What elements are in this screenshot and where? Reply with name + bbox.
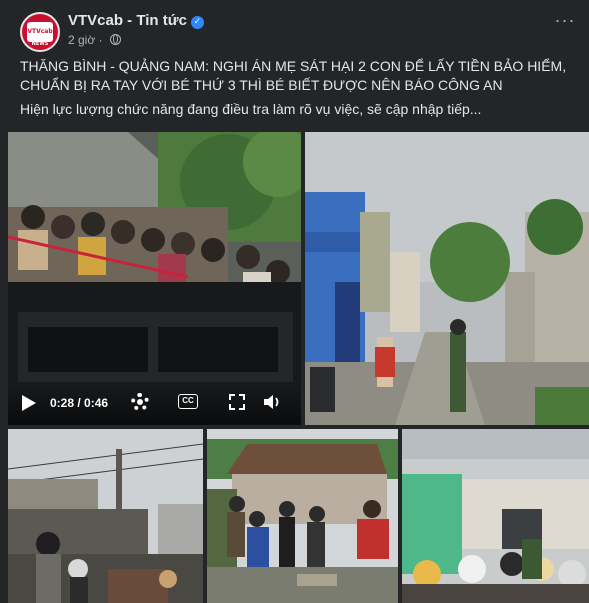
media-grid: 0:28 / 0:46 CC bbox=[8, 132, 589, 603]
photo-crowd-outside[interactable] bbox=[8, 429, 203, 603]
photo-crowd-yard[interactable] bbox=[402, 429, 589, 603]
time-separator: / bbox=[74, 396, 85, 410]
avatar-logo-sub: NEWS bbox=[31, 41, 49, 47]
post-subtitle-text: Hiện lực lượng chức năng đang điều tra l… bbox=[20, 101, 482, 117]
video-controls: 0:28 / 0:46 CC bbox=[8, 385, 301, 425]
post-meta: 2 giờ · bbox=[68, 33, 121, 47]
photo-street-scene[interactable] bbox=[305, 132, 589, 425]
gear-icon[interactable] bbox=[131, 393, 149, 411]
street-photo-image bbox=[305, 132, 589, 425]
duration: 0:46 bbox=[84, 396, 109, 410]
fullscreen-icon[interactable] bbox=[229, 394, 245, 410]
post-header: VTVcab NEWS VTVcab - Tin tức ✓ 2 giờ · ··… bbox=[20, 11, 577, 52]
current-time: 0:28 bbox=[50, 396, 75, 410]
avatar-logo-text: VTVcab bbox=[27, 22, 53, 42]
photo-crowd-house[interactable] bbox=[207, 429, 398, 603]
house-photo-image bbox=[207, 429, 398, 603]
post-timestamp[interactable]: 2 giờ bbox=[68, 33, 95, 47]
verified-check-icon: ✓ bbox=[190, 16, 204, 29]
page-name-row: VTVcab - Tin tức ✓ bbox=[68, 12, 204, 29]
globe-icon bbox=[109, 34, 121, 45]
yard-photo-image bbox=[402, 429, 589, 603]
closed-captions-icon[interactable]: CC bbox=[178, 394, 198, 409]
page-name-link[interactable]: VTVcab - Tin tức bbox=[68, 12, 187, 29]
video-frame-image bbox=[8, 132, 301, 425]
video-player[interactable]: 0:28 / 0:46 CC bbox=[8, 132, 301, 425]
post-title-text: THĂNG BÌNH - QUẢNG NAM: NGHI ÁN MẸ SÁT H… bbox=[20, 58, 567, 93]
volume-icon[interactable] bbox=[263, 394, 281, 410]
page-avatar[interactable]: VTVcab NEWS bbox=[20, 12, 60, 52]
video-time: 0:28 / 0:46 bbox=[50, 396, 108, 410]
feed-post: VTVcab NEWS VTVcab - Tin tức ✓ 2 giờ · ··… bbox=[0, 0, 589, 603]
dot-separator: · bbox=[98, 33, 106, 47]
ellipsis-icon[interactable]: ··· bbox=[553, 11, 577, 34]
crowd-photo-image bbox=[8, 429, 203, 603]
play-icon[interactable] bbox=[22, 395, 36, 411]
